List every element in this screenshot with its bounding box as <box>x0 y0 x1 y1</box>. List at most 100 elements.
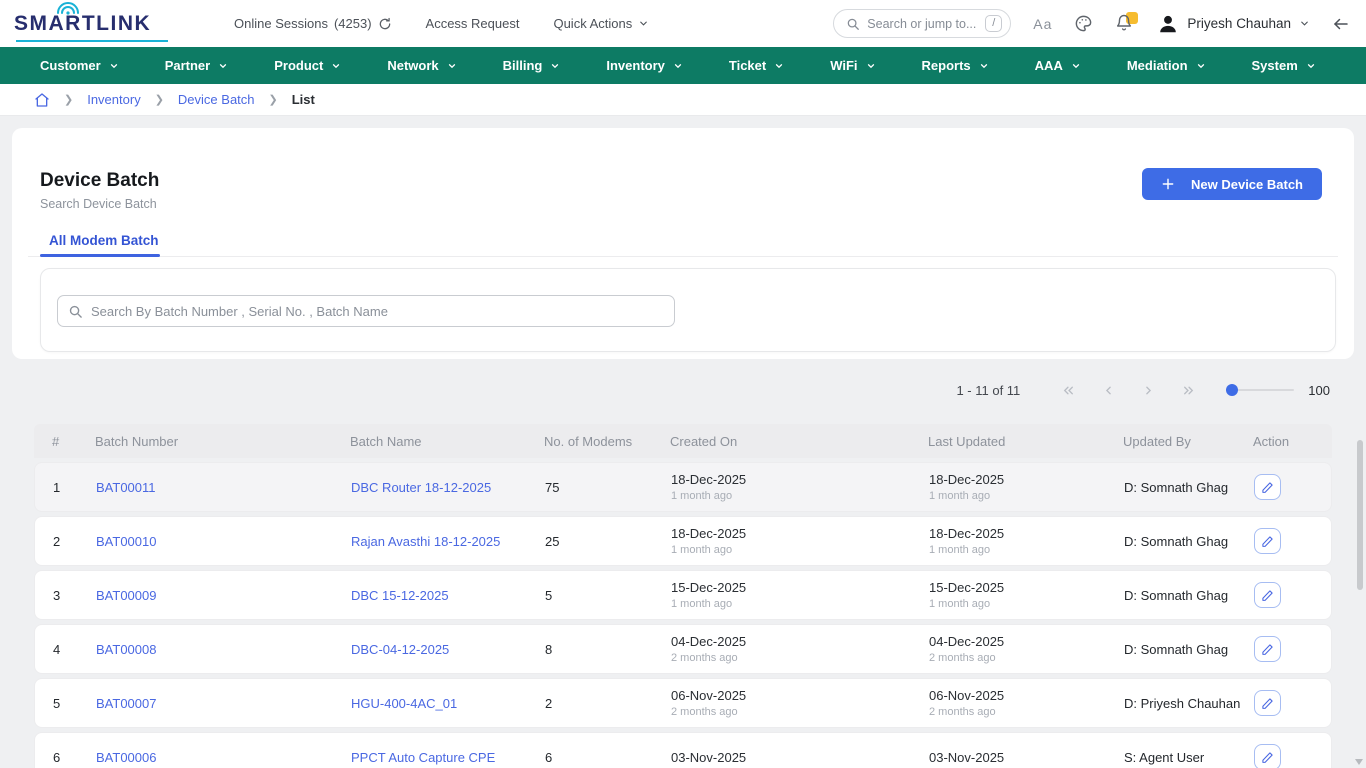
page-subtitle: Search Device Batch <box>40 197 157 211</box>
global-search[interactable]: / <box>833 9 1011 38</box>
edit-button[interactable] <box>1254 636 1281 662</box>
device-batch-table: # Batch Number Batch Name No. of Modems … <box>34 424 1332 768</box>
nav-label: System <box>1252 58 1298 73</box>
chevron-down-icon <box>550 61 560 71</box>
updated-by: D: Somnath Ghag <box>1124 534 1254 549</box>
batch-number-link[interactable]: BAT00006 <box>96 750 156 765</box>
nav-item-system[interactable]: System <box>1252 58 1316 73</box>
active-tab-indicator <box>40 254 160 257</box>
last-page-button[interactable] <box>1168 384 1208 397</box>
created-ago: 1 month ago <box>671 544 732 556</box>
next-page-button[interactable] <box>1128 384 1168 397</box>
col-header-updated: Last Updated <box>928 434 1123 449</box>
breadcrumb-separator: ❯ <box>155 93 164 106</box>
table-row[interactable]: 1 BAT00011 DBC Router 18-12-2025 75 18-D… <box>34 462 1332 512</box>
batch-name-link[interactable]: DBC-04-12-2025 <box>351 642 449 657</box>
col-header-action: Action <box>1253 434 1332 449</box>
home-icon[interactable] <box>34 92 50 108</box>
edit-button[interactable] <box>1254 690 1281 716</box>
theme-palette-icon[interactable] <box>1074 14 1093 33</box>
nav-item-billing[interactable]: Billing <box>503 58 561 73</box>
pencil-icon <box>1261 751 1274 764</box>
row-index: 2 <box>35 534 96 549</box>
font-size-toggle[interactable]: Aa <box>1033 16 1052 32</box>
col-header-batch-number: Batch Number <box>95 434 350 449</box>
nav-item-inventory[interactable]: Inventory <box>606 58 683 73</box>
updated-date: 15-Dec-2025 <box>929 580 1004 595</box>
new-device-batch-label: New Device Batch <box>1191 177 1303 192</box>
edit-button[interactable] <box>1254 474 1281 500</box>
first-page-button[interactable] <box>1048 384 1088 397</box>
app-logo[interactable]: SMARTLINK <box>14 7 182 41</box>
access-request-link[interactable]: Access Request <box>426 16 520 31</box>
modem-count: 2 <box>545 696 671 711</box>
page-size-value: 100 <box>1308 383 1330 398</box>
batch-name-link[interactable]: DBC 15-12-2025 <box>351 588 449 603</box>
nav-item-wifi[interactable]: WiFi <box>830 58 875 73</box>
global-search-input[interactable] <box>867 17 978 31</box>
online-sessions[interactable]: Online Sessions (4253) <box>234 16 392 31</box>
updated-ago: 1 month ago <box>929 598 990 610</box>
batch-number-link[interactable]: BAT00009 <box>96 588 156 603</box>
nav-item-ticket[interactable]: Ticket <box>729 58 784 73</box>
breadcrumb-inventory[interactable]: Inventory <box>87 92 140 107</box>
top-header: SMARTLINK Online Sessions (4253) Access … <box>0 0 1366 47</box>
nav-item-network[interactable]: Network <box>387 58 456 73</box>
slider-track[interactable] <box>1226 389 1294 391</box>
new-device-batch-button[interactable]: New Device Batch <box>1142 168 1322 200</box>
nav-item-mediation[interactable]: Mediation <box>1127 58 1206 73</box>
batch-number-link[interactable]: BAT00007 <box>96 696 156 711</box>
edit-button[interactable] <box>1254 582 1281 608</box>
updated-by: D: Somnath Ghag <box>1124 642 1254 657</box>
col-header-updated-by: Updated By <box>1123 434 1253 449</box>
nav-item-customer[interactable]: Customer <box>40 58 119 73</box>
created-date: 18-Dec-2025 <box>671 526 746 541</box>
table-row[interactable]: 5 BAT00007 HGU-400-4AC_01 2 06-Nov-20252… <box>34 678 1332 728</box>
table-row[interactable]: 4 BAT00008 DBC-04-12-2025 8 04-Dec-20252… <box>34 624 1332 674</box>
table-row[interactable]: 2 BAT00010 Rajan Avasthi 18-12-2025 25 1… <box>34 516 1332 566</box>
nav-label: Reports <box>922 58 971 73</box>
quick-actions-menu[interactable]: Quick Actions <box>553 16 649 31</box>
pagination: 1 - 11 of 11 100 <box>34 376 1330 404</box>
nav-label: Partner <box>165 58 211 73</box>
updated-ago: 1 month ago <box>929 490 990 502</box>
modem-count: 25 <box>545 534 671 549</box>
batch-name-link[interactable]: Rajan Avasthi 18-12-2025 <box>351 534 500 549</box>
batch-name-link[interactable]: PPCT Auto Capture CPE <box>351 750 495 765</box>
updated-date: 06-Nov-2025 <box>929 688 1004 703</box>
user-menu[interactable]: Priyesh Chauhan <box>1157 13 1310 35</box>
vertical-scrollbar[interactable] <box>1357 440 1363 590</box>
row-index: 3 <box>35 588 96 603</box>
chevron-down-icon <box>218 61 228 71</box>
nav-item-product[interactable]: Product <box>274 58 341 73</box>
double-chevron-right-icon <box>1182 384 1195 397</box>
scrollbar-down-arrow[interactable] <box>1355 759 1363 765</box>
refresh-icon[interactable] <box>378 17 392 31</box>
nav-item-aaa[interactable]: AAA <box>1035 58 1081 73</box>
edit-button[interactable] <box>1254 744 1281 768</box>
edit-button[interactable] <box>1254 528 1281 554</box>
batch-number-link[interactable]: BAT00010 <box>96 534 156 549</box>
batch-search-field[interactable] <box>57 295 675 327</box>
quick-actions-label: Quick Actions <box>553 16 632 31</box>
chevron-right-icon <box>1142 384 1155 397</box>
nav-item-reports[interactable]: Reports <box>922 58 989 73</box>
breadcrumb-device-batch[interactable]: Device Batch <box>178 92 255 107</box>
page-size-slider[interactable] <box>1226 389 1294 391</box>
logo-underline <box>16 40 168 42</box>
batch-search-input[interactable] <box>91 304 664 319</box>
batch-number-link[interactable]: BAT00008 <box>96 642 156 657</box>
updated-date: 03-Nov-2025 <box>929 750 1004 765</box>
table-row[interactable]: 3 BAT00009 DBC 15-12-2025 5 15-Dec-20251… <box>34 570 1332 620</box>
nav-item-partner[interactable]: Partner <box>165 58 229 73</box>
batch-number-link[interactable]: BAT00011 <box>96 480 156 495</box>
tab-all-modem-batch[interactable]: All Modem Batch <box>40 233 168 248</box>
notifications-button[interactable] <box>1115 14 1135 34</box>
prev-page-button[interactable] <box>1088 384 1128 397</box>
back-arrow-icon[interactable] <box>1332 15 1350 33</box>
batch-name-link[interactable]: DBC Router 18-12-2025 <box>351 480 491 495</box>
batch-name-link[interactable]: HGU-400-4AC_01 <box>351 696 457 711</box>
table-row[interactable]: 6 BAT00006 PPCT Auto Capture CPE 6 03-No… <box>34 732 1332 768</box>
col-header-created: Created On <box>670 434 928 449</box>
slider-thumb[interactable] <box>1226 384 1238 396</box>
